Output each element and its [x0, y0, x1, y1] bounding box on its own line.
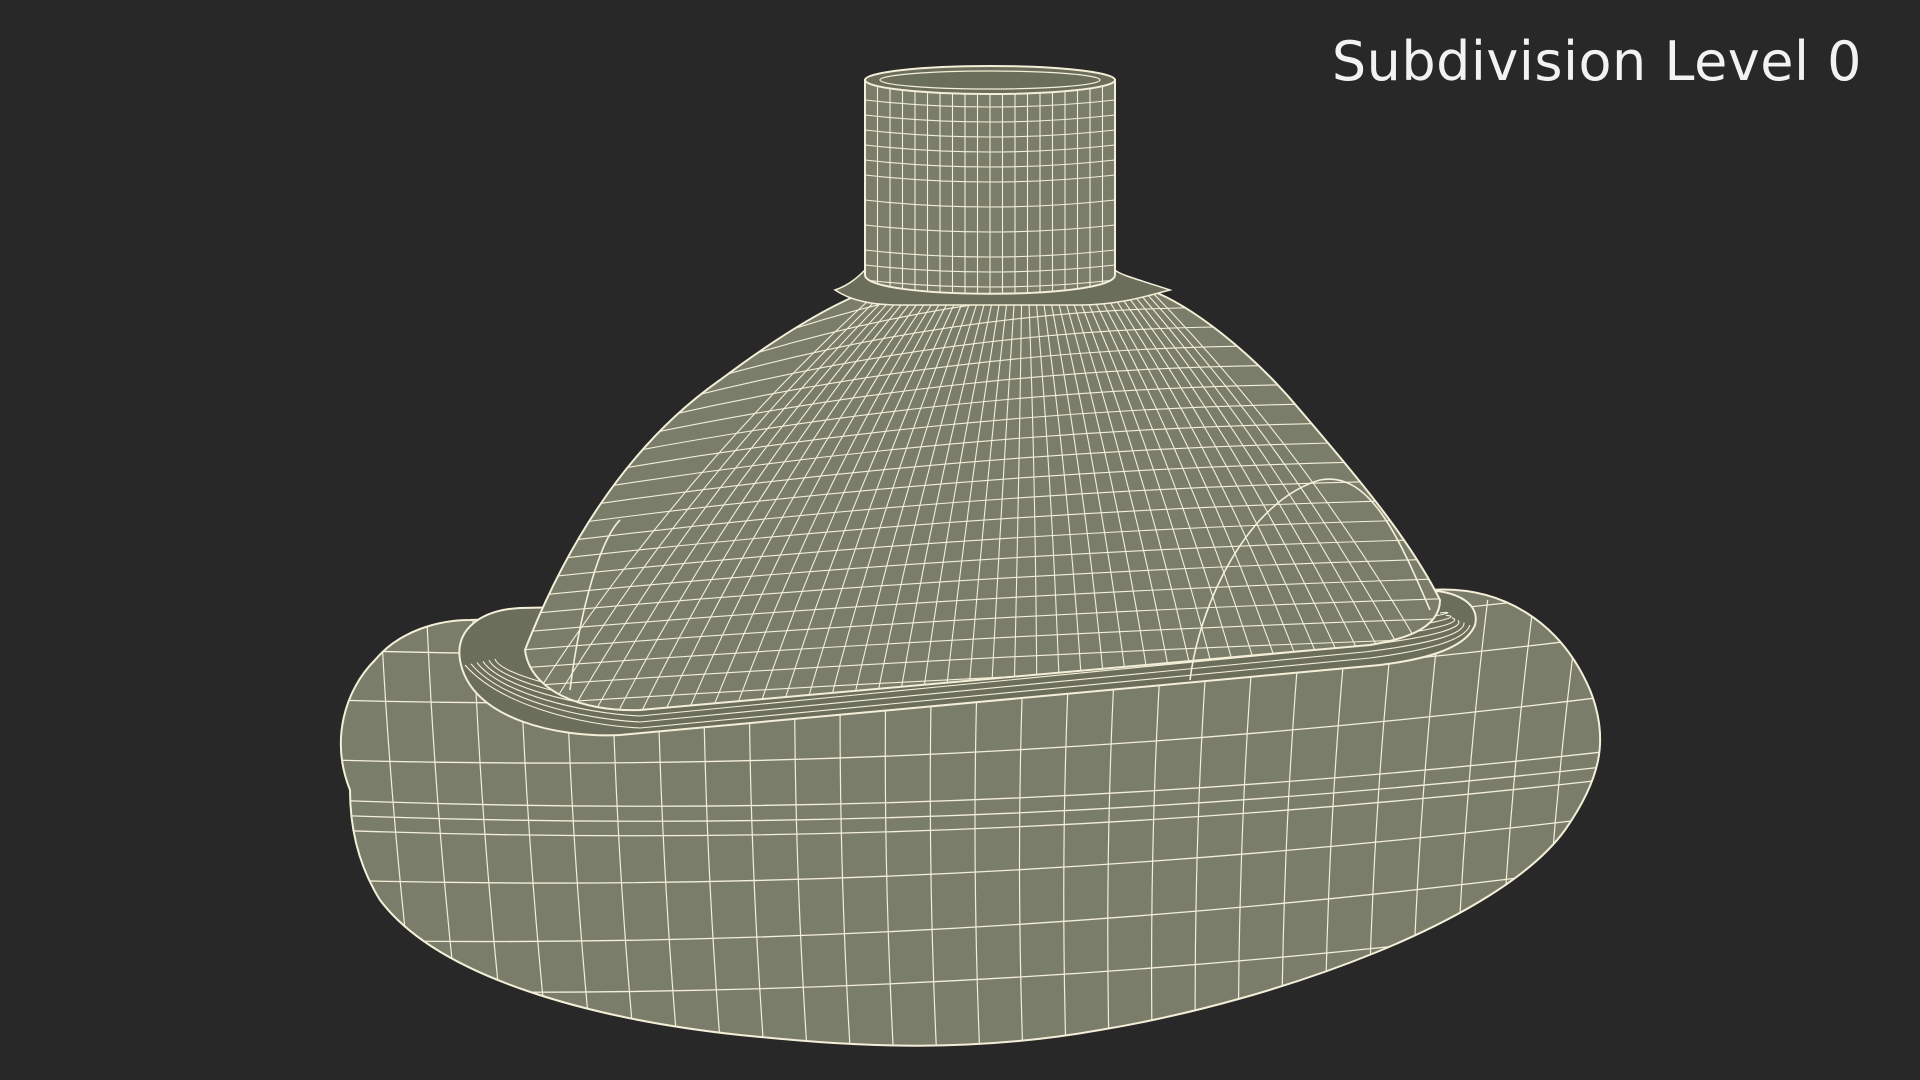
wireframe-mask-model — [339, 65, 1602, 1047]
tube-wire-grid — [865, 80, 1115, 294]
tube-opening-outer — [864, 65, 1116, 95]
subdivision-level-label: Subdivision Level 0 — [1331, 30, 1862, 93]
render-viewport: Subdivision Level 0 — [0, 0, 1920, 1080]
mask-connector-tube — [833, 65, 1173, 306]
